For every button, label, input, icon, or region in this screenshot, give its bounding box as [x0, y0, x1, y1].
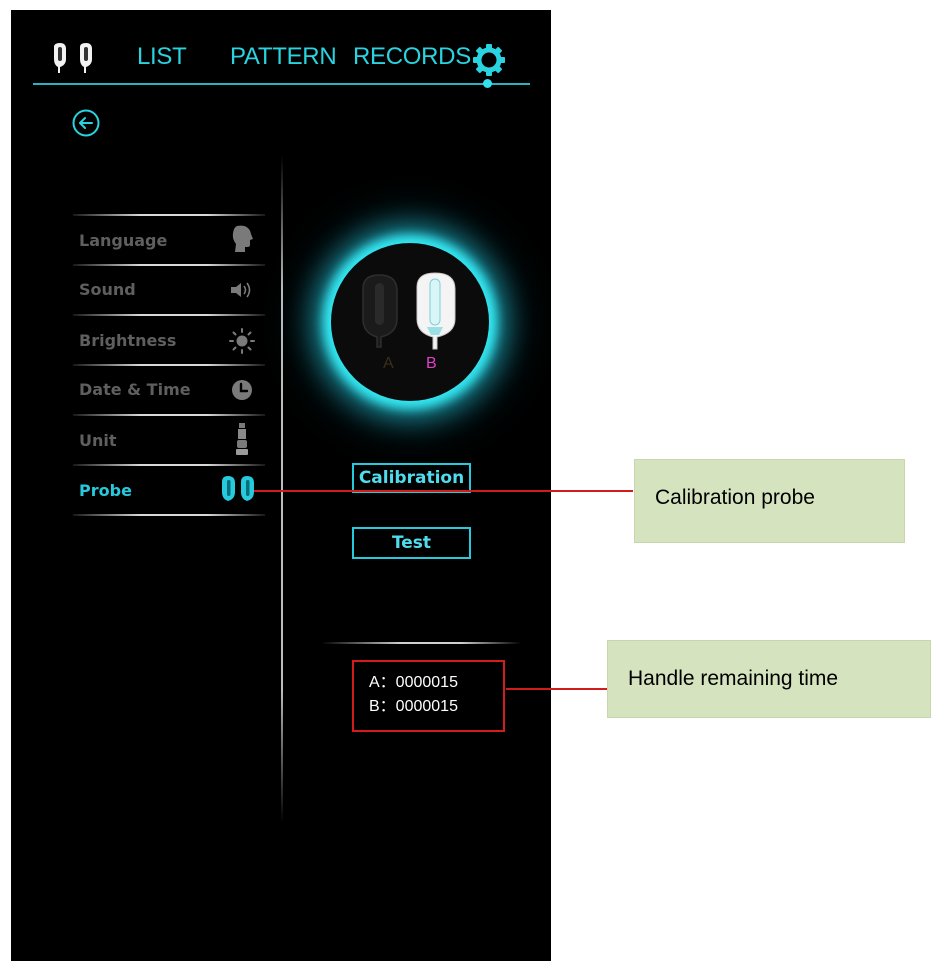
nav-underline [33, 83, 530, 85]
device-unit-icon [233, 422, 251, 460]
probe-b-label: B [426, 355, 437, 372]
menu-item-brightness[interactable]: Brightness [73, 316, 265, 364]
menu-item-language[interactable]: Language [73, 216, 265, 264]
calibration-leader-line [254, 490, 633, 492]
menu-item-label: Date & Time [79, 380, 191, 399]
menu-item-label: Language [79, 231, 168, 250]
menu-divider [73, 514, 265, 516]
menu-item-probe[interactable]: Probe [73, 466, 265, 514]
remaining-b: B：0000015 [369, 698, 458, 715]
panel-divider [281, 155, 283, 823]
nav-pattern[interactable]: PATTERN [230, 43, 337, 71]
section-divider [321, 642, 521, 644]
back-arrow-icon[interactable] [72, 109, 100, 137]
dual-probe-icon[interactable] [50, 41, 100, 75]
nav-records[interactable]: RECORDS [353, 43, 471, 71]
remaining-callout: Handle remaining time [607, 640, 931, 718]
menu-item-label: Brightness [79, 331, 177, 350]
menu-item-date-time[interactable]: Date & Time [73, 366, 265, 414]
device-screen: LIST PATTERN RECORDS Language Sound Brig… [11, 10, 551, 961]
active-tab-indicator [483, 79, 492, 88]
menu-item-unit[interactable]: Unit [73, 416, 265, 464]
remaining-leader-line [506, 688, 607, 690]
test-button[interactable]: Test [352, 527, 471, 559]
head-profile-icon [231, 224, 255, 258]
sun-icon [229, 328, 255, 358]
probe-a-label: A [383, 355, 394, 372]
speaker-icon [229, 280, 255, 304]
nav-list[interactable]: LIST [137, 43, 187, 71]
probe-pair-icon [219, 474, 259, 508]
calibration-callout-text: Calibration probe [655, 486, 815, 509]
remaining-a: A：0000015 [369, 674, 458, 691]
clock-icon [231, 379, 253, 405]
remaining-callout-text: Handle remaining time [628, 667, 839, 690]
calibration-button[interactable]: Calibration [352, 463, 471, 493]
handle-remaining-time: A：0000015 B：0000015 [352, 660, 505, 732]
probe-a-icon[interactable] [359, 273, 403, 349]
menu-item-label: Unit [79, 431, 117, 450]
probe-b-icon[interactable] [413, 271, 459, 351]
gear-icon[interactable] [472, 43, 506, 77]
menu-item-label: Sound [79, 280, 136, 299]
calibration-callout: Calibration probe [634, 459, 905, 543]
menu-item-label: Probe [79, 481, 132, 500]
menu-item-sound[interactable]: Sound [73, 266, 265, 314]
probe-selector[interactable]: A B [331, 243, 489, 401]
